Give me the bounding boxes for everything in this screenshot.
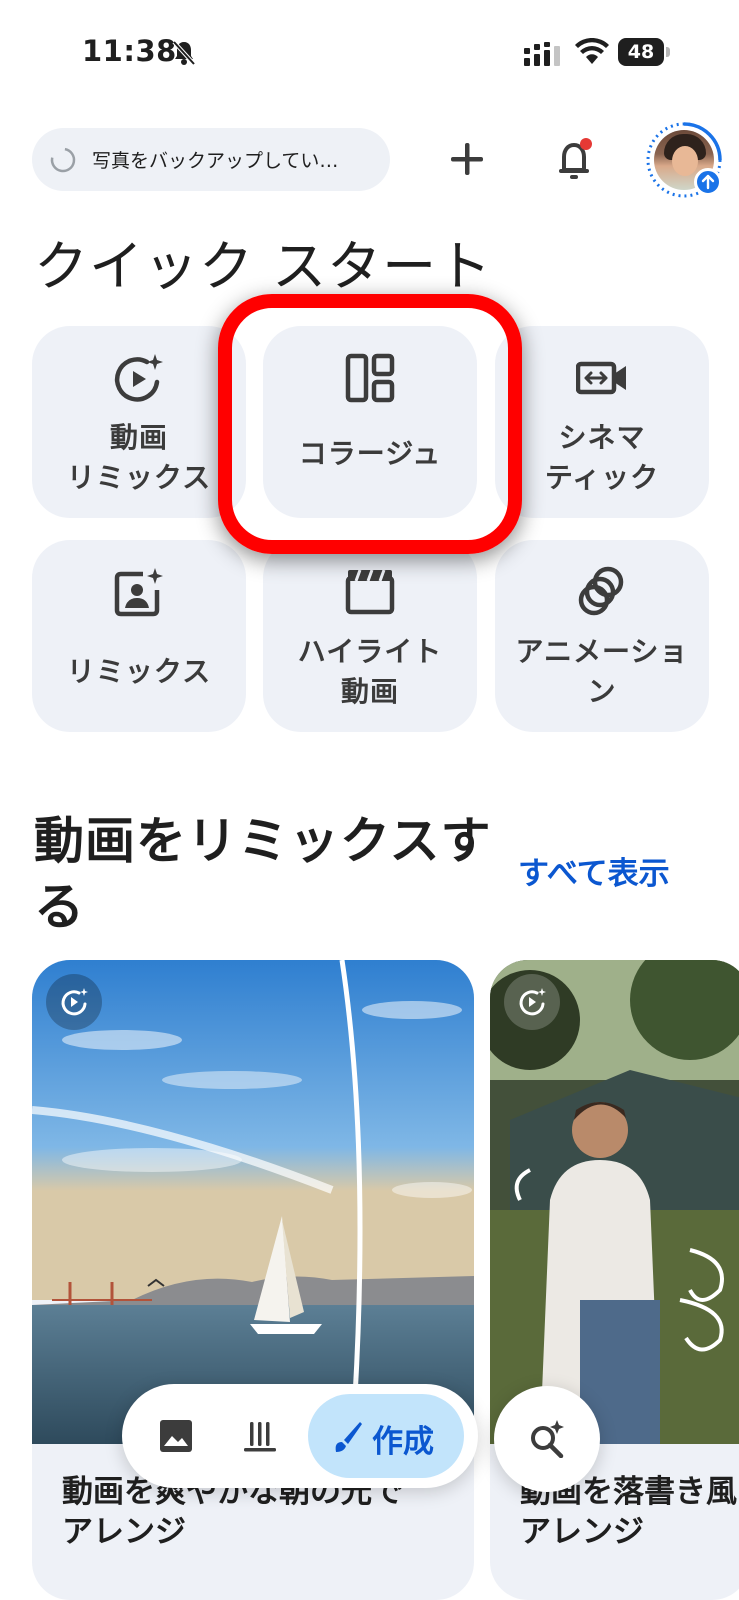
library-icon[interactable] bbox=[242, 1418, 278, 1454]
video-remix-badge bbox=[504, 974, 560, 1030]
backup-status-text: 写真をバックアップしてい… bbox=[92, 150, 339, 172]
upload-badge-icon bbox=[694, 168, 722, 196]
search-button[interactable] bbox=[494, 1386, 600, 1492]
see-all-link[interactable]: すべて表示 bbox=[518, 848, 670, 893]
create-label: 作成 bbox=[372, 1424, 434, 1460]
photo-remix-icon bbox=[114, 568, 163, 617]
highlight-annotation bbox=[218, 294, 522, 554]
battery-icon: 48 bbox=[618, 38, 670, 66]
cinematic-icon bbox=[576, 361, 626, 395]
remix-section-title: 動画をリミックスする bbox=[34, 812, 492, 936]
tile-label: シネマ ティック bbox=[544, 421, 660, 494]
spinner-icon bbox=[50, 147, 76, 173]
quick-start-title: クイック スタート bbox=[34, 235, 493, 298]
notification-bell-icon[interactable] bbox=[550, 134, 600, 184]
plus-icon[interactable] bbox=[444, 136, 490, 182]
backup-status-chip[interactable]: 写真をバックアップしてい… bbox=[32, 128, 390, 191]
bell-off-icon bbox=[172, 40, 196, 66]
video-remix-badge bbox=[46, 974, 102, 1030]
tile-animation[interactable]: アニメーショ ン bbox=[495, 540, 709, 732]
photos-icon[interactable] bbox=[158, 1418, 194, 1454]
signal-icon bbox=[524, 42, 560, 66]
battery-level: 48 bbox=[618, 38, 664, 66]
notification-dot bbox=[580, 138, 592, 150]
wifi-icon bbox=[575, 38, 609, 64]
tile-label: 動画 リミックス bbox=[66, 421, 212, 494]
brush-icon bbox=[335, 1422, 362, 1452]
status-time: 11:38 bbox=[82, 34, 177, 68]
remix-card-morning-light[interactable]: 動画を爽やかな朝の光で アレンジ bbox=[32, 960, 474, 1600]
video-remix-icon bbox=[114, 354, 163, 402]
tile-label: リミックス bbox=[66, 655, 212, 688]
animation-icon bbox=[578, 566, 624, 616]
bottom-nav: 作成 bbox=[122, 1384, 478, 1488]
tile-label: アニメーショ ン bbox=[515, 635, 689, 708]
tile-label: ハイライト 動画 bbox=[297, 635, 443, 708]
remix-card-doodle[interactable]: 動画を落書き風 アレンジ bbox=[490, 960, 739, 1600]
tile-cinematic[interactable]: シネマ ティック bbox=[495, 326, 709, 518]
search-sparkle-icon bbox=[531, 1420, 564, 1458]
highlight-video-icon bbox=[345, 569, 395, 615]
card-thumbnail-person bbox=[490, 960, 739, 1444]
status-bar: 11:38 48 bbox=[0, 0, 739, 100]
tile-video-remix[interactable]: 動画 リミックス bbox=[32, 326, 246, 518]
create-tab[interactable]: 作成 bbox=[308, 1394, 464, 1478]
account-avatar-button[interactable] bbox=[644, 120, 724, 200]
tile-highlight-video[interactable]: ハイライト 動画 bbox=[263, 540, 477, 732]
tile-photo-remix[interactable]: リミックス bbox=[32, 540, 246, 732]
card-thumbnail-sailboat bbox=[32, 960, 474, 1444]
